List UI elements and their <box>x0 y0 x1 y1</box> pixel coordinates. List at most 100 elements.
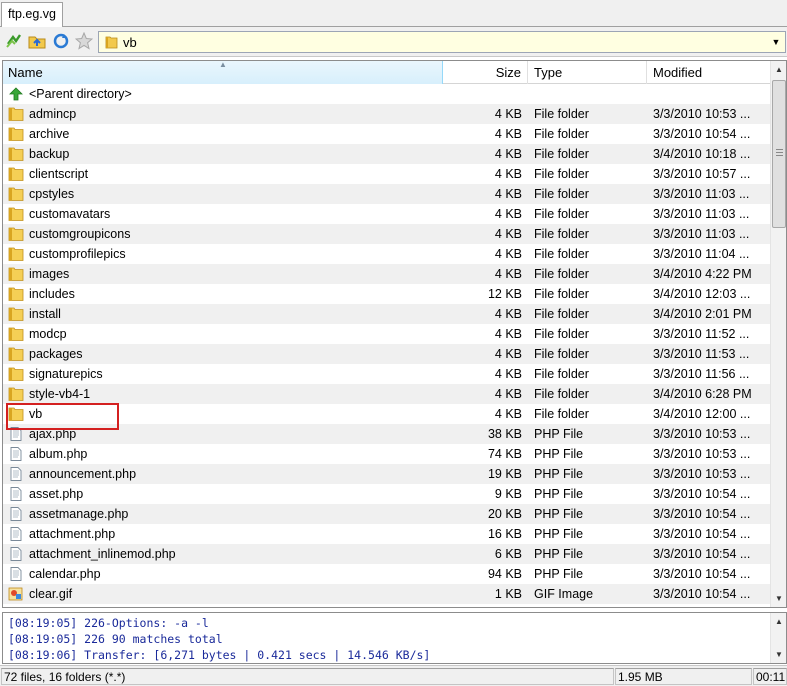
file-row[interactable]: vb 4 KB File folder 3/4/2010 12:00 ... <box>3 404 771 424</box>
chevron-down-icon[interactable]: ▼ <box>769 33 783 51</box>
toolbar: vb ▼ <box>0 27 787 57</box>
file-name: customgroupicons <box>29 227 131 241</box>
file-modified: 3/4/2010 12:00 ... <box>653 407 751 421</box>
file-row[interactable]: cpstyles 4 KB File folder 3/3/2010 11:03 ..… <box>3 184 771 204</box>
scroll-down-icon[interactable]: ▼ <box>771 646 786 663</box>
column-type[interactable]: Type <box>528 61 647 84</box>
file-row[interactable]: archive 4 KB File folder 3/3/2010 10:54 ... <box>3 124 771 144</box>
file-modified: 3/4/2010 12:03 ... <box>653 287 751 301</box>
file-row[interactable]: calendar.php 94 KB PHP File 3/3/2010 10:54 … <box>3 564 771 584</box>
vertical-scrollbar[interactable]: ▲ ▼ <box>770 61 786 607</box>
file-row[interactable]: clear.gif 1 KB GIF Image 3/3/2010 10:54 ... <box>3 584 771 604</box>
file-row[interactable]: images 4 KB File folder 3/4/2010 4:22 PM <box>3 264 771 284</box>
file-row[interactable]: <Parent directory> <box>3 84 771 104</box>
sort-ascending-icon: ▲ <box>219 60 227 69</box>
file-row[interactable]: customprofilepics 4 KB File folder 3/3/2010… <box>3 244 771 264</box>
file-type: PHP File <box>534 447 584 461</box>
path-text: vb <box>123 35 137 50</box>
column-modified[interactable]: Modified <box>647 61 771 84</box>
file-size: 19 KB <box>487 467 522 481</box>
file-type: File folder <box>534 147 589 161</box>
status-size: 1.95 MB <box>615 668 752 685</box>
folder-icon <box>8 307 24 321</box>
tab-connection[interactable]: ftp.eg.vg <box>1 2 63 28</box>
file-rows: <Parent directory> admincp 4 KB File folder… <box>3 84 771 604</box>
file-modified: 3/3/2010 11:53 ... <box>653 347 750 361</box>
file-row[interactable]: attachment_inlinemod.php 6 KB PHP File 3/3/… <box>3 544 771 564</box>
file-size: 6 KB <box>494 547 522 561</box>
file-row[interactable]: install 4 KB File folder 3/4/2010 2:01 PM <box>3 304 771 324</box>
log-line: [08:19:05] 226 90 matches total <box>8 632 223 646</box>
file-size: 4 KB <box>494 387 522 401</box>
tab-bar: ftp.eg.vg <box>0 0 787 28</box>
file-modified: 3/3/2010 10:54 ... <box>653 587 751 601</box>
file-modified: 3/4/2010 6:28 PM <box>653 387 752 401</box>
file-name: archive <box>29 127 70 141</box>
file-name: includes <box>29 287 75 301</box>
scroll-thumb[interactable] <box>772 80 786 228</box>
file-row[interactable]: backup 4 KB File folder 3/4/2010 10:18 ... <box>3 144 771 164</box>
folder-icon <box>8 347 24 361</box>
file-row[interactable]: announcement.php 19 KB PHP File 3/3/2010 10… <box>3 464 771 484</box>
file-size: 74 KB <box>487 447 522 461</box>
file-type: File folder <box>534 127 589 141</box>
column-name[interactable]: Name ▲ <box>3 61 443 84</box>
file-name: customprofilepics <box>29 247 126 261</box>
file-row[interactable]: customavatars 4 KB File folder 3/3/2010 11:… <box>3 204 771 224</box>
file-name: calendar.php <box>29 567 101 581</box>
file-row[interactable]: album.php 74 KB PHP File 3/3/2010 10:53 ... <box>3 444 771 464</box>
folder-icon <box>8 407 24 421</box>
file-row[interactable]: ajax.php 38 KB PHP File 3/3/2010 10:53 ... <box>3 424 771 444</box>
file-size: 4 KB <box>494 107 522 121</box>
file-type: PHP File <box>534 487 584 501</box>
file-row[interactable]: signaturepics 4 KB File folder 3/3/2010 11:… <box>3 364 771 384</box>
file-modified: 3/3/2010 10:53 ... <box>653 107 751 121</box>
file-size: 4 KB <box>494 327 522 341</box>
file-type: File folder <box>534 347 589 361</box>
file-name: ajax.php <box>29 427 77 441</box>
file-row[interactable]: modcp 4 KB File folder 3/3/2010 11:52 ... <box>3 324 771 344</box>
path-field[interactable]: vb ▼ <box>98 31 786 53</box>
folder-icon <box>8 107 24 121</box>
file-size: 4 KB <box>494 227 522 241</box>
file-type: File folder <box>534 187 589 201</box>
folder-icon <box>8 327 24 341</box>
file-row[interactable]: asset.php 9 KB PHP File 3/3/2010 10:54 ... <box>3 484 771 504</box>
file-row[interactable]: assetmanage.php 20 KB PHP File 3/3/2010 10:… <box>3 504 771 524</box>
file-name: modcp <box>29 327 67 341</box>
scroll-down-icon[interactable]: ▼ <box>771 590 786 607</box>
sync-icon[interactable] <box>51 31 71 51</box>
folder-icon <box>8 147 24 161</box>
file-type: File folder <box>534 167 589 181</box>
file-type: File folder <box>534 107 589 121</box>
file-name: cpstyles <box>29 187 75 201</box>
log-scrollbar[interactable]: ▲ ▼ <box>770 613 786 663</box>
scroll-up-icon[interactable]: ▲ <box>771 613 786 630</box>
favorite-star-icon[interactable] <box>74 31 94 51</box>
file-name: style-vb4-1 <box>29 387 91 401</box>
file-modified: 3/4/2010 4:22 PM <box>653 267 752 281</box>
parent-folder-icon[interactable] <box>27 31 47 51</box>
column-size[interactable]: Size <box>443 61 528 84</box>
file-modified: 3/3/2010 11:04 ... <box>653 247 750 261</box>
file-size: 4 KB <box>494 347 522 361</box>
file-size: 4 KB <box>494 147 522 161</box>
file-modified: 3/3/2010 10:54 ... <box>653 127 751 141</box>
file-modified: 3/3/2010 11:03 ... <box>653 207 750 221</box>
file-row[interactable]: attachment.php 16 KB PHP File 3/3/2010 10:5… <box>3 524 771 544</box>
scroll-up-icon[interactable]: ▲ <box>771 61 786 78</box>
file-row[interactable]: packages 4 KB File folder 3/3/2010 11:53 ..… <box>3 344 771 364</box>
file-name: packages <box>29 347 83 361</box>
file-name: images <box>29 267 70 281</box>
log-line: [08:19:06] Transfer: [6,271 bytes | 0.42… <box>8 648 431 662</box>
file-row[interactable]: customgroupicons 4 KB File folder 3/3/2010 … <box>3 224 771 244</box>
refresh-green-icon[interactable] <box>4 31 24 51</box>
file-modified: 3/4/2010 10:18 ... <box>653 147 751 161</box>
file-modified: 3/3/2010 10:54 ... <box>653 487 751 501</box>
file-row[interactable]: includes 12 KB File folder 3/4/2010 12:03 .… <box>3 284 771 304</box>
file-row[interactable]: clientscript 4 KB File folder 3/3/2010 10:5… <box>3 164 771 184</box>
file-row[interactable]: style-vb4-1 4 KB File folder 3/4/2010 6:28 … <box>3 384 771 404</box>
file-size: 12 KB <box>487 287 522 301</box>
file-row[interactable]: admincp 4 KB File folder 3/3/2010 10:53 ... <box>3 104 771 124</box>
file-name: <Parent directory> <box>29 87 132 101</box>
